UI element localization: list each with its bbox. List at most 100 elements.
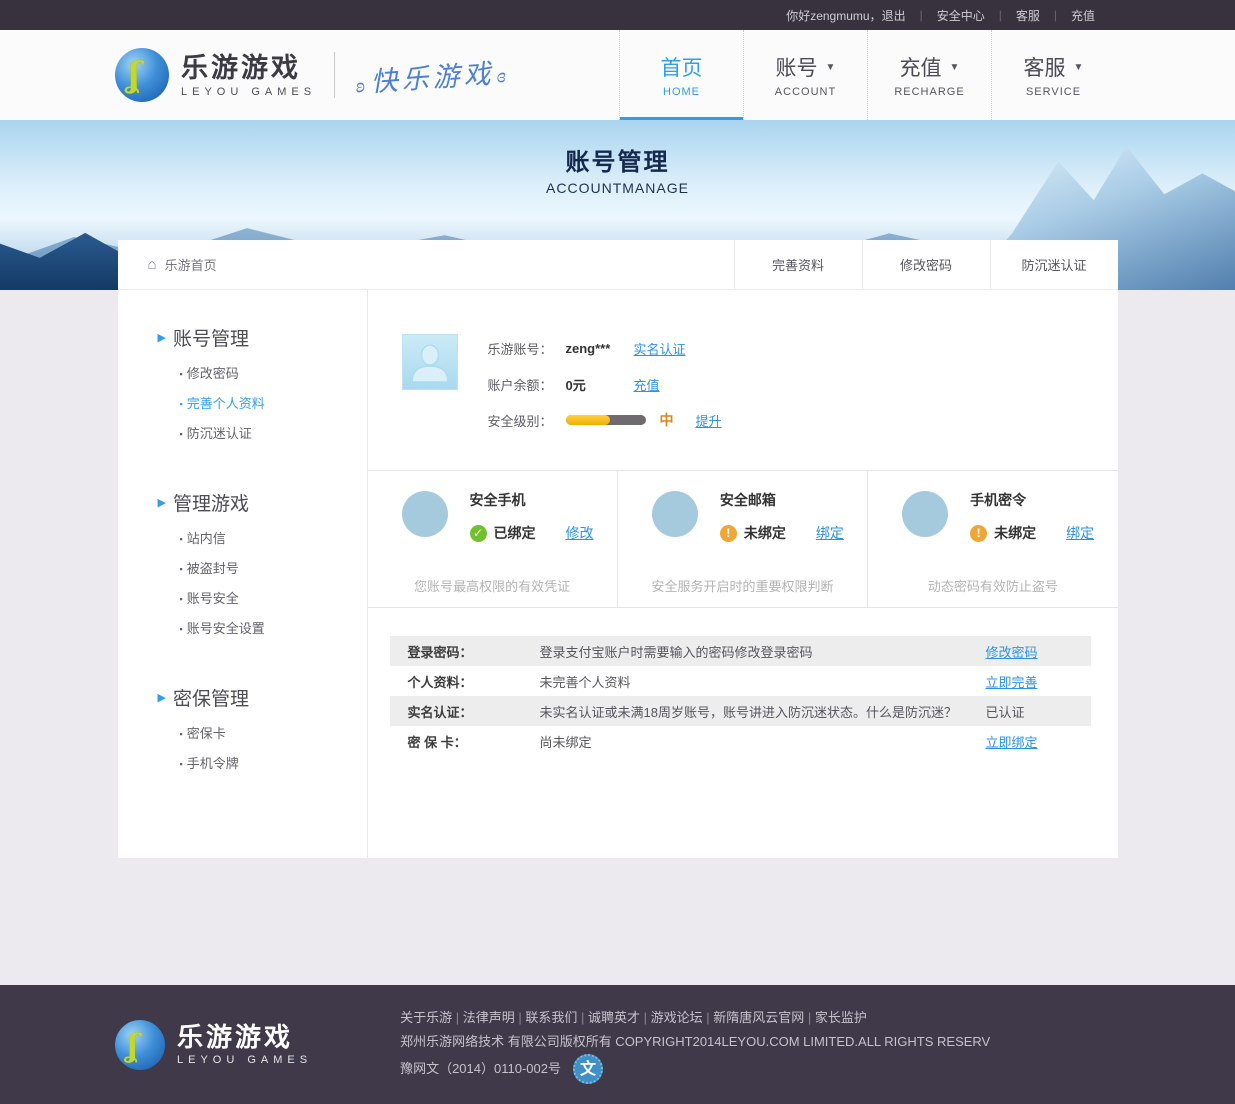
tab-complete-profile[interactable]: 完善资料	[734, 240, 862, 289]
table-row: 实名认证： 未实名认证或未满18周岁账号，账号讲进入防沉迷状态。什么是防沉迷？ …	[390, 696, 1091, 726]
security-level-label: 安全级别：	[488, 411, 566, 430]
logout-link[interactable]: 退出	[882, 7, 906, 24]
recharge-link[interactable]: 充值	[634, 375, 660, 394]
sidebar-group-label: 密保管理	[173, 684, 249, 711]
triangle-icon: ▶	[158, 496, 166, 509]
card-caption: 动态密码有效防止盗号	[868, 576, 1117, 595]
customer-service-link[interactable]: 客服	[1016, 7, 1040, 24]
slogan: 快乐游戏	[354, 50, 511, 100]
recharge-link[interactable]: 充值	[1071, 7, 1095, 24]
account-value: zeng***	[566, 341, 634, 356]
nav-account[interactable]: 账号 ▼ ACCOUNT	[743, 30, 867, 120]
footer-logo-title: 乐游游戏	[177, 1023, 312, 1051]
exclamation-icon: !	[970, 525, 987, 542]
nav-service-label: 客服	[1024, 52, 1066, 82]
bullet-icon: ▪	[180, 624, 183, 634]
improve-security-link[interactable]: 提升	[696, 411, 722, 430]
nav-service-sublabel: SERVICE	[1026, 86, 1081, 98]
row-desc: 尚未绑定	[540, 732, 986, 751]
nav-recharge[interactable]: 充值▼ RECHARGE	[867, 30, 991, 120]
security-center-link[interactable]: 安全中心	[937, 7, 985, 24]
nav-home[interactable]: 首页 HOME	[619, 30, 743, 120]
footer-logo-subtitle: LEYOU GAMES	[177, 1054, 312, 1066]
triangle-icon: ▶	[158, 331, 166, 344]
nav-recharge-sublabel: RECHARGE	[894, 86, 964, 98]
bind-status: 未绑定	[994, 523, 1036, 543]
sidebar-item-account-security[interactable]: ▪账号安全	[180, 588, 367, 610]
card-secure-phone: 安全手机 ✓ 已绑定 修改 您账号最高权限的有效凭证	[368, 471, 617, 607]
sidebar-group-secret[interactable]: ▶ 密保管理	[158, 684, 367, 711]
sidebar-item-change-password[interactable]: ▪修改密码	[180, 363, 367, 385]
footer-link-forum[interactable]: 游戏论坛	[651, 1010, 714, 1025]
main-box: ▶ 账号管理 ▪修改密码 ▪完善个人资料 ▪防沉迷认证 ▶ 管理游戏 ▪站内信 …	[118, 290, 1118, 858]
sidebar-group-label: 管理游戏	[173, 489, 249, 516]
balance-label: 账户余额：	[488, 375, 566, 394]
sidebar-group-account[interactable]: ▶ 账号管理	[158, 324, 367, 351]
breadcrumb-home[interactable]: 乐游首页	[165, 255, 217, 274]
main-nav: 首页 HOME 账号 ▼ ACCOUNT 充值▼ RECHARGE 客服▼ SER…	[619, 30, 1115, 120]
row-label: 实名认证：	[390, 702, 540, 721]
bind-link[interactable]: 绑定	[816, 523, 844, 543]
row-label: 个人资料：	[390, 672, 540, 691]
table-row: 个人资料： 未完善个人资料 立即完善	[390, 666, 1091, 696]
modify-link[interactable]: 修改	[566, 523, 594, 543]
triangle-icon: ▶	[158, 691, 166, 704]
change-password-link[interactable]: 修改密码	[986, 645, 1038, 660]
security-level-value: 中	[660, 410, 674, 430]
user-greeting: 你好zengmumu，	[786, 7, 881, 24]
nav-service[interactable]: 客服▼ SERVICE	[991, 30, 1115, 120]
complete-now-link[interactable]: 立即完善	[986, 675, 1038, 690]
footer-link-about[interactable]: 关于乐游	[400, 1010, 463, 1025]
nav-account-label: 账号	[776, 52, 818, 82]
footer-link-contact[interactable]: 联系我们	[525, 1010, 588, 1025]
culture-license-badge-icon: 文	[573, 1054, 603, 1084]
bind-status: 未绑定	[744, 523, 786, 543]
sidebar-item-secret-card[interactable]: ▪密保卡	[180, 723, 367, 745]
bind-status: 已绑定	[494, 523, 536, 543]
tab-anti-addiction[interactable]: 防沉迷认证	[990, 240, 1118, 289]
realname-verify-link[interactable]: 实名认证	[634, 339, 686, 358]
sidebar-item-site-mail[interactable]: ▪站内信	[180, 528, 367, 550]
bullet-icon: ▪	[180, 729, 183, 739]
footer: ʆ 乐游游戏 LEYOU GAMES 关于乐游法律声明联系我们诚聘英才游戏论坛新…	[0, 985, 1235, 1104]
breadcrumb[interactable]: ⌂ 乐游首页	[118, 240, 734, 289]
nav-account-sublabel: ACCOUNT	[775, 86, 836, 98]
bind-now-link[interactable]: 立即绑定	[986, 735, 1038, 750]
check-icon: ✓	[470, 525, 487, 542]
sidebar-group-games[interactable]: ▶ 管理游戏	[158, 489, 367, 516]
sidebar-item-complete-profile[interactable]: ▪完善个人资料	[180, 393, 367, 415]
footer-link-game-site[interactable]: 新隋唐风云官网	[713, 1010, 815, 1025]
bullet-icon: ▪	[180, 534, 183, 544]
divider: |	[999, 8, 1002, 22]
security-cards: 安全手机 ✓ 已绑定 修改 您账号最高权限的有效凭证 安全邮箱	[368, 470, 1118, 608]
license-number: 豫网文（2014）0110-002号	[400, 1057, 561, 1081]
security-level-fill	[566, 415, 610, 425]
footer-logo: ʆ 乐游游戏 LEYOU GAMES	[115, 1020, 312, 1070]
row-desc: 未实名认证或未满18周岁账号，账号讲进入防沉迷状态。什么是防沉迷？	[540, 702, 986, 721]
phone-icon	[402, 491, 448, 537]
logo-flame-icon: ʆ	[125, 1027, 141, 1065]
footer-link-jobs[interactable]: 诚聘英才	[588, 1010, 651, 1025]
table-row: 登录密码： 登录支付宝账户时需要输入的密码修改登录密码 修改密码	[390, 636, 1091, 666]
card-caption: 您账号最高权限的有效凭证	[368, 576, 617, 595]
sidebar: ▶ 账号管理 ▪修改密码 ▪完善个人资料 ▪防沉迷认证 ▶ 管理游戏 ▪站内信 …	[118, 290, 368, 858]
copyright: 郑州乐游网络技术 有限公司版权所有 COPYRIGHT2014LEYOU.COM…	[400, 1030, 990, 1054]
footer-link-parent[interactable]: 家长监护	[815, 1010, 867, 1025]
logo[interactable]: ʆ 乐游游戏 LEYOU GAMES	[115, 48, 316, 102]
footer-link-legal[interactable]: 法律声明	[463, 1010, 526, 1025]
tab-change-password[interactable]: 修改密码	[862, 240, 990, 289]
card-title: 手机密令	[970, 490, 1117, 510]
sidebar-item-anti-addiction[interactable]: ▪防沉迷认证	[180, 423, 367, 445]
sidebar-item-stolen-ban[interactable]: ▪被盗封号	[180, 558, 367, 580]
logo-title: 乐游游戏	[181, 53, 316, 83]
logo-globe-icon: ʆ	[115, 1020, 165, 1070]
bind-link[interactable]: 绑定	[1066, 523, 1094, 543]
security-table: 登录密码： 登录支付宝账户时需要输入的密码修改登录密码 修改密码 个人资料： 未…	[390, 636, 1091, 756]
sidebar-item-security-settings[interactable]: ▪账号安全设置	[180, 618, 367, 640]
nav-home-sublabel: HOME	[663, 86, 700, 98]
balance-value: 0元	[566, 375, 634, 394]
sidebar-item-phone-token[interactable]: ▪手机令牌	[180, 753, 367, 775]
email-icon	[652, 491, 698, 537]
bullet-icon: ▪	[180, 564, 183, 574]
chevron-down-icon: ▼	[826, 62, 836, 73]
